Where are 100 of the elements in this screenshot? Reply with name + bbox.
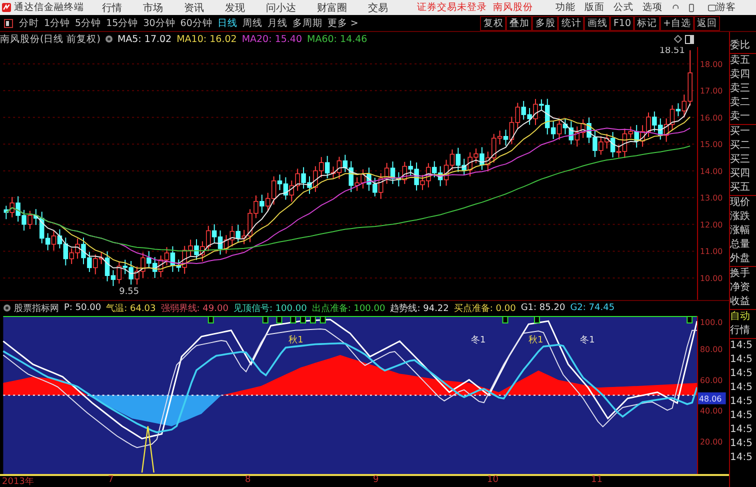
menu-item[interactable]: 行情 (102, 0, 122, 14)
toolbar-button[interactable]: 统计 (558, 16, 584, 30)
period-tab[interactable]: 更多 > (327, 16, 358, 30)
indicator-tick: 100.0 (700, 317, 723, 326)
period-tab[interactable]: 日线 (217, 16, 238, 30)
stock-name[interactable]: 南风股份 (493, 1, 534, 14)
indicator-value: 出点准备: 100.00 (312, 302, 386, 315)
price-tick: 15.00 (700, 140, 723, 149)
indicator-tick: 40.00 (700, 406, 723, 416)
panel-tab[interactable]: 行情 (730, 324, 756, 338)
price-tick: 11.00 (700, 247, 723, 256)
toolbar-button[interactable]: 画线 (584, 16, 610, 30)
window-icon[interactable] (685, 34, 694, 44)
diamond-icon[interactable] (674, 35, 682, 44)
period-tab[interactable]: 60分钟 (180, 16, 212, 30)
ma-legend: MA60: 14.46 (307, 34, 368, 45)
indicator-value: P: 50.00 (64, 303, 102, 314)
toolbar-menu-item[interactable]: 功能 (556, 1, 576, 14)
date-label: 11 (591, 475, 602, 486)
trade-time: 14:5 (730, 395, 754, 409)
phone-icon[interactable] (688, 2, 694, 12)
price-tick: 10.00 (700, 274, 723, 283)
quote-label: 卖三 (730, 82, 751, 96)
toolbar-menu-item[interactable]: 选项 (642, 1, 663, 14)
ma-legend: MA20: 15.40 (242, 34, 302, 45)
low-price-label: 9.55 (119, 286, 139, 297)
quote-label: 买五 (730, 181, 751, 195)
indicator-name: 股票指标网 (14, 302, 59, 315)
user-label[interactable]: 游客 (716, 1, 736, 14)
indicator-value: 买点准备: 0.00 (454, 302, 516, 315)
quote-label: 卖一 (730, 110, 751, 124)
toolbar-button[interactable]: 叠加 (506, 16, 532, 30)
quote-label: 现价 (730, 196, 751, 210)
toolbar-menu-item[interactable]: 公式 (614, 1, 634, 14)
quote-label: 买三 (730, 153, 751, 167)
price-tick: 14.00 (700, 166, 723, 176)
quote-label: 外盘 (730, 252, 751, 266)
menu-item[interactable]: 发现 (225, 0, 245, 14)
app-logo-icon (2, 2, 11, 13)
period-tab[interactable]: 分时 (19, 16, 39, 30)
period-tab[interactable]: 周线 (242, 16, 262, 30)
date-label: 10 (487, 475, 498, 486)
season-label: 冬1 (580, 335, 595, 346)
trade-time: 14:5 (730, 451, 754, 465)
quote-label: 总量 (730, 238, 751, 252)
menu-item[interactable]: 财富圈 (317, 0, 347, 14)
period-tab[interactable]: 多周期 (292, 16, 322, 30)
menu-item[interactable]: 问小达 (266, 0, 296, 14)
period-tab[interactable]: 15分钟 (106, 16, 138, 30)
login-status[interactable]: 证券交易未登录 (417, 1, 488, 14)
price-tick: 16.00 (700, 113, 723, 122)
price-tick: 17.00 (700, 86, 723, 96)
trade-time: 14:5 (730, 437, 754, 451)
toolbar-button[interactable]: 返回 (694, 16, 720, 30)
date-label: 9 (373, 475, 379, 486)
quote-label: 涨跌 (730, 210, 751, 224)
period-tab[interactable]: 5分钟 (75, 16, 102, 30)
season-label: 秋1 (528, 335, 544, 346)
season-label: 秋1 (288, 335, 304, 346)
trade-time: 14:5 (730, 339, 754, 353)
panel-toggle-icon[interactable] (4, 18, 13, 28)
menu-item[interactable]: 资讯 (184, 0, 204, 14)
trade-time: 14:5 (730, 381, 754, 395)
price-tick: 12.00 (700, 220, 723, 230)
indicator-value: 气温: 64.03 (106, 302, 156, 315)
indicator-value: 见顶信号: 100.00 (233, 302, 307, 315)
toolbar-button[interactable]: 复权 (480, 16, 506, 30)
date-label: 2013年 (2, 476, 34, 487)
period-tab[interactable]: 1分钟 (44, 16, 70, 30)
toolbar-button[interactable]: +自选 (660, 16, 694, 30)
quote-label: 买一 (730, 125, 751, 139)
period-tab[interactable]: 月线 (267, 16, 288, 30)
indicator-tick: 60.00 (700, 375, 723, 384)
quote-label: 委比 (730, 39, 751, 53)
indicator-tick: 20.00 (700, 437, 723, 446)
current-value-tag: 48.06 (698, 392, 726, 404)
quote-label: 卖五 (730, 54, 751, 68)
panel-tab[interactable]: 自动 (730, 310, 756, 324)
quote-label: 收益 (730, 295, 751, 309)
trade-time: 14:5 (730, 367, 754, 381)
indicator-value: G1: 85.20 (520, 303, 566, 314)
trade-time: 14:5 (730, 423, 754, 437)
app-title: 通达信金融终端 (14, 1, 84, 14)
quote-label: 买四 (730, 167, 751, 181)
indicator-value: G2: 74.45 (570, 303, 615, 314)
quote-label: 买二 (730, 139, 751, 153)
date-label: 7 (108, 475, 114, 486)
toolbar-menu-item[interactable]: 版面 (584, 1, 605, 14)
menu-item[interactable]: 市场 (143, 0, 163, 14)
menu-item[interactable]: 交易 (368, 0, 388, 14)
quote-label: 净资 (730, 281, 751, 295)
trade-time: 14:5 (730, 353, 754, 367)
toolbar-button[interactable]: 多股 (532, 16, 558, 30)
price-tick: 13.00 (700, 194, 723, 203)
indicator-value: 强弱界线: 49.00 (160, 302, 228, 315)
quote-label: 涨幅 (730, 224, 751, 238)
date-label: 8 (245, 475, 251, 486)
toolbar-button[interactable]: F10 (610, 16, 634, 30)
period-tab[interactable]: 30分钟 (143, 16, 176, 30)
toolbar-button[interactable]: 标记 (634, 16, 660, 30)
